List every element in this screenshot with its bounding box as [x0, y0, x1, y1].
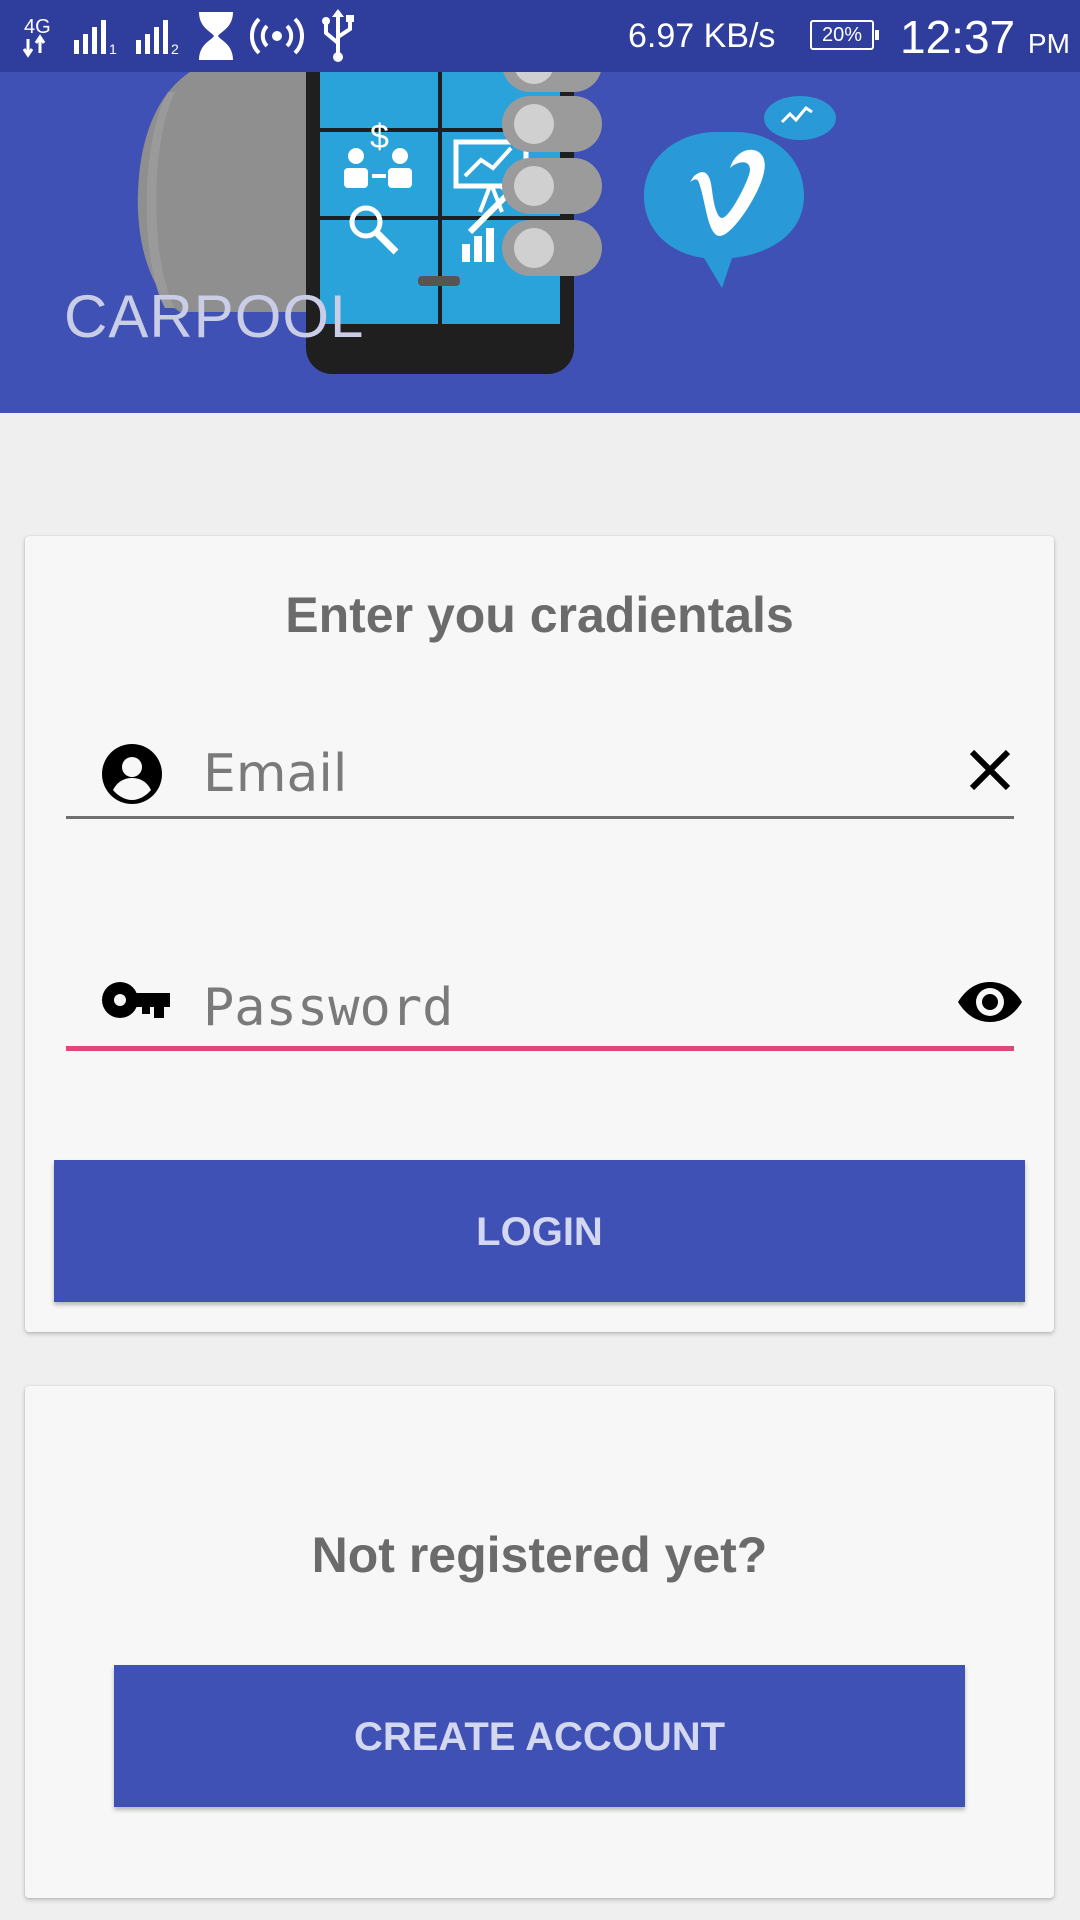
clear-icon[interactable] — [966, 746, 1014, 794]
register-card: Not registered yet? CREATE ACCOUNT — [25, 1386, 1054, 1898]
status-icons: 4G 1 2 — [22, 8, 358, 64]
account-circle-icon — [102, 744, 162, 804]
password-field[interactable] — [66, 946, 1022, 1051]
register-title: Not registered yet? — [311, 1527, 768, 1583]
email-input[interactable] — [203, 744, 923, 804]
hourglass-icon — [199, 12, 233, 60]
clock-time: 12:37 — [900, 11, 1016, 63]
app-header: $ CARPOOL — [0, 72, 1080, 413]
4g-icon: 4G — [22, 16, 51, 58]
email-field[interactable] — [66, 726, 1014, 819]
clock: 12:37 PM — [900, 10, 1070, 71]
svg-text:$: $ — [370, 118, 389, 156]
svg-text:1: 1 — [109, 41, 117, 56]
network-speed: 6.97 KB/s — [628, 17, 776, 55]
password-input[interactable] — [203, 978, 903, 1038]
hotspot-icon — [250, 17, 304, 55]
create-account-button[interactable]: CREATE ACCOUNT — [114, 1665, 965, 1807]
svg-text:2: 2 — [171, 41, 179, 56]
svg-text:4G: 4G — [24, 16, 51, 38]
eye-icon[interactable] — [956, 980, 1024, 1024]
battery-indicator: 20% — [810, 20, 879, 50]
usb-icon — [322, 9, 354, 62]
clock-ampm: PM — [1027, 28, 1070, 59]
login-card: Enter you cradientals LOGIN — [25, 536, 1054, 1332]
login-title: Enter you cradientals — [285, 587, 794, 643]
signal-sim1-icon: 1 — [74, 20, 117, 56]
brand-title: CARPOOL — [64, 283, 365, 350]
status-bar: 4G 1 2 6.97 KB/s 20% 12:37 PM — [0, 0, 1080, 72]
carpool-logo-icon: $ — [137, 72, 836, 374]
signal-sim2-icon: 2 — [136, 20, 179, 56]
key-icon — [102, 982, 170, 1018]
login-button[interactable]: LOGIN — [54, 1160, 1025, 1302]
